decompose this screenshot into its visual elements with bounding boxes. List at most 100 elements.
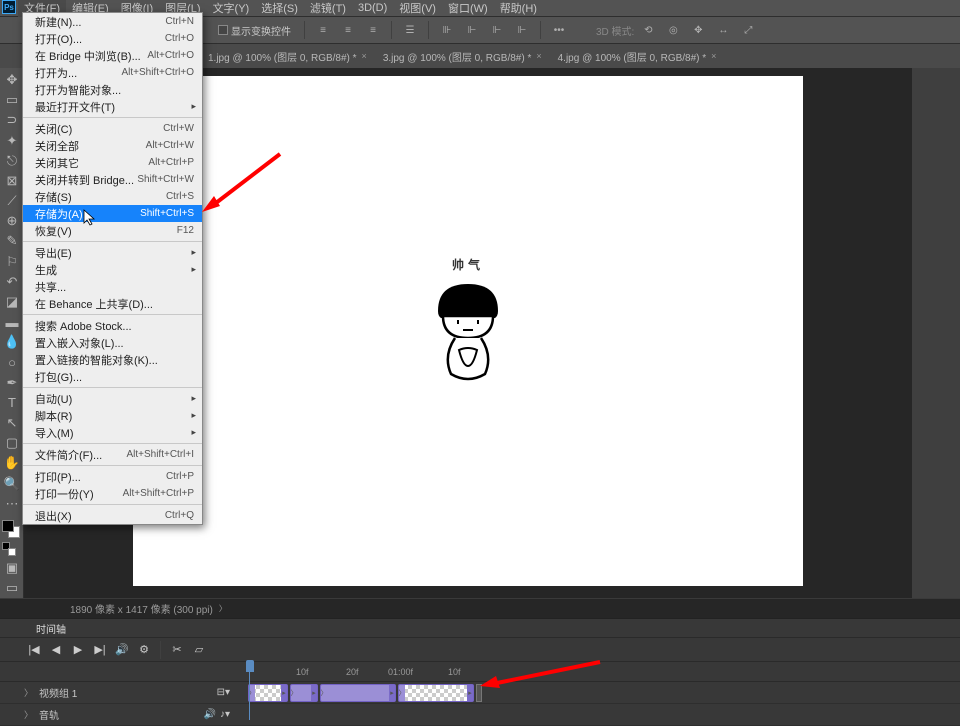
history-brush-icon[interactable]: ↶ (0, 272, 24, 292)
menubar-window[interactable]: 窗口(W) (442, 0, 494, 17)
chevron-right-icon[interactable]: 〉 (219, 603, 227, 614)
video-track-row[interactable]: 〉 视频组 1 ⊟▾ 〉 ▸ 〉 ▸ 〉 ▸ 〉 (0, 682, 960, 704)
lasso-tool-icon[interactable]: ⊃ (0, 110, 24, 130)
audio-icon[interactable]: 🔊 (204, 709, 216, 720)
align-center-icon[interactable]: ≡ (337, 19, 359, 41)
document-tab[interactable]: 1.jpg @ 100% (图层 0, RGB/8#) * × (200, 46, 375, 67)
menu-item[interactable]: 置入嵌入对象(L)... (23, 334, 202, 351)
prev-frame-icon[interactable]: ◀ (46, 641, 66, 659)
menu-item[interactable]: 搜索 Adobe Stock... (23, 317, 202, 334)
menu-item[interactable]: 新建(N)...Ctrl+N (23, 13, 202, 30)
music-note-icon[interactable]: ♪▾ (220, 709, 230, 720)
type-tool-icon[interactable]: T (0, 393, 24, 413)
document-tab[interactable]: 3.jpg @ 100% (图层 0, RGB/8#) * × (375, 46, 550, 67)
blur-tool-icon[interactable]: 💧 (0, 332, 24, 352)
show-transform-checkbox[interactable]: 显示变换控件 (218, 23, 291, 38)
menu-item[interactable]: 打包(G)... (23, 368, 202, 385)
close-icon[interactable]: × (536, 51, 541, 61)
menubar-help[interactable]: 帮助(H) (494, 0, 543, 17)
menubar-select[interactable]: 选择(S) (255, 0, 304, 17)
menu-item[interactable]: 置入链接的智能对象(K)... (23, 351, 202, 368)
timeline-ruler[interactable]: 10f 20f 01:00f 10f (0, 662, 960, 682)
zoom-tool-icon[interactable]: 🔍 (0, 473, 24, 493)
menu-item[interactable]: 关闭(C)Ctrl+W (23, 120, 202, 137)
menu-item[interactable]: 最近打开文件(T)▸ (23, 98, 202, 115)
menubar-type[interactable]: 文字(Y) (207, 0, 256, 17)
menu-item[interactable]: 打印一份(Y)Alt+Shift+Ctrl+P (23, 485, 202, 502)
3d-roll-icon[interactable]: ◎ (662, 19, 684, 41)
split-icon[interactable]: ✂ (167, 641, 187, 659)
settings-icon[interactable]: ⚙ (134, 641, 154, 659)
hand-tool-icon[interactable]: ✋ (0, 453, 24, 473)
align-top-icon[interactable]: ☰ (399, 19, 421, 41)
menu-item[interactable]: 打开(O)...Ctrl+O (23, 30, 202, 47)
menu-item[interactable]: 在 Bridge 中浏览(B)...Alt+Ctrl+O (23, 47, 202, 64)
marquee-tool-icon[interactable]: ▭ (0, 90, 24, 110)
distribute-more-icon[interactable]: ⊩ (511, 19, 533, 41)
right-panel-collapsed[interactable] (912, 68, 960, 598)
menubar-filter[interactable]: 滤镜(T) (304, 0, 352, 17)
crop-tool-icon[interactable]: ⎋ (0, 151, 24, 171)
align-right-icon[interactable]: ≡ (362, 19, 384, 41)
menu-item[interactable]: 导入(M)▸ (23, 424, 202, 441)
document-tab[interactable]: 4.jpg @ 100% (图层 0, RGB/8#) * × (550, 46, 725, 67)
3d-rotate-icon[interactable]: ⟲ (637, 19, 659, 41)
menu-item[interactable]: 导出(E)▸ (23, 244, 202, 261)
menu-item[interactable]: 文件简介(F)...Alt+Shift+Ctrl+I (23, 446, 202, 463)
brush-tool-icon[interactable]: ✎ (0, 231, 24, 251)
canvas[interactable]: 帅气 (133, 76, 803, 586)
frame-tool-icon[interactable]: ⊠ (0, 171, 24, 191)
color-swatches[interactable] (0, 520, 23, 554)
eyedropper-tool-icon[interactable]: ⟋ (0, 191, 24, 211)
distribute-icon[interactable]: ⊩ (486, 19, 508, 41)
timeline-tab[interactable]: 时间轴 (28, 619, 74, 638)
work-area-end[interactable] (476, 684, 482, 702)
clip[interactable]: 〉 ▸ (320, 684, 396, 702)
menu-item[interactable]: 存储(S)Ctrl+S (23, 188, 202, 205)
menu-item[interactable]: 退出(X)Ctrl+Q (23, 507, 202, 524)
menu-item[interactable]: 生成▸ (23, 261, 202, 278)
heal-tool-icon[interactable]: ⊕ (0, 211, 24, 231)
menu-item[interactable]: 存储为(A)...Shift+Ctrl+S (23, 205, 202, 222)
clip[interactable]: 〉 ▸ (290, 684, 318, 702)
shape-tool-icon[interactable]: ▢ (0, 433, 24, 453)
edit-toolbar-icon[interactable]: ⋯ (0, 494, 24, 514)
eraser-tool-icon[interactable]: ◪ (0, 292, 24, 312)
move-tool-icon[interactable]: ✥ (0, 70, 24, 90)
filmstrip-icon[interactable]: ⊟▾ (217, 687, 230, 698)
menubar-view[interactable]: 视图(V) (393, 0, 442, 17)
play-icon[interactable]: ▶ (68, 641, 88, 659)
chevron-right-icon[interactable]: 〉 (24, 686, 33, 699)
close-icon[interactable]: × (711, 51, 716, 61)
chevron-right-icon[interactable]: 〉 (24, 708, 33, 721)
menu-item[interactable]: 关闭其它Alt+Ctrl+P (23, 154, 202, 171)
dodge-tool-icon[interactable]: ○ (0, 352, 24, 372)
playhead[interactable] (246, 660, 254, 672)
3d-slide-icon[interactable]: ↔ (712, 19, 734, 41)
audio-icon[interactable]: 🔊 (112, 641, 132, 659)
menu-item[interactable]: 脚本(R)▸ (23, 407, 202, 424)
align-left-icon[interactable]: ≡ (312, 19, 334, 41)
quickmask-icon[interactable]: ▣ (0, 558, 24, 578)
menu-item[interactable]: 关闭并转到 Bridge...Shift+Ctrl+W (23, 171, 202, 188)
menu-item[interactable]: 共享... (23, 278, 202, 295)
pen-tool-icon[interactable]: ✒ (0, 373, 24, 393)
menu-item[interactable]: 打开为智能对象... (23, 81, 202, 98)
close-icon[interactable]: × (362, 51, 367, 61)
stamp-tool-icon[interactable]: ⚐ (0, 252, 24, 272)
distribute-v-icon[interactable]: ⊩ (461, 19, 483, 41)
menu-item[interactable]: 自动(U)▸ (23, 390, 202, 407)
distribute-h-icon[interactable]: ⊪ (436, 19, 458, 41)
next-frame-icon[interactable]: ▶| (90, 641, 110, 659)
menu-item[interactable]: 关闭全部Alt+Ctrl+W (23, 137, 202, 154)
gradient-tool-icon[interactable]: ▬ (0, 312, 24, 332)
3d-scale-icon[interactable]: ⤢ (737, 19, 759, 41)
clip[interactable]: 〉 ▸ (398, 684, 474, 702)
menubar-3d[interactable]: 3D(D) (352, 1, 393, 15)
more-icon[interactable]: ••• (548, 19, 570, 41)
menu-item[interactable]: 打印(P)...Ctrl+P (23, 468, 202, 485)
3d-pan-icon[interactable]: ✥ (687, 19, 709, 41)
clip[interactable]: 〉 ▸ (248, 684, 288, 702)
transition-icon[interactable]: ▱ (189, 641, 209, 659)
wand-tool-icon[interactable]: ✦ (0, 131, 24, 151)
